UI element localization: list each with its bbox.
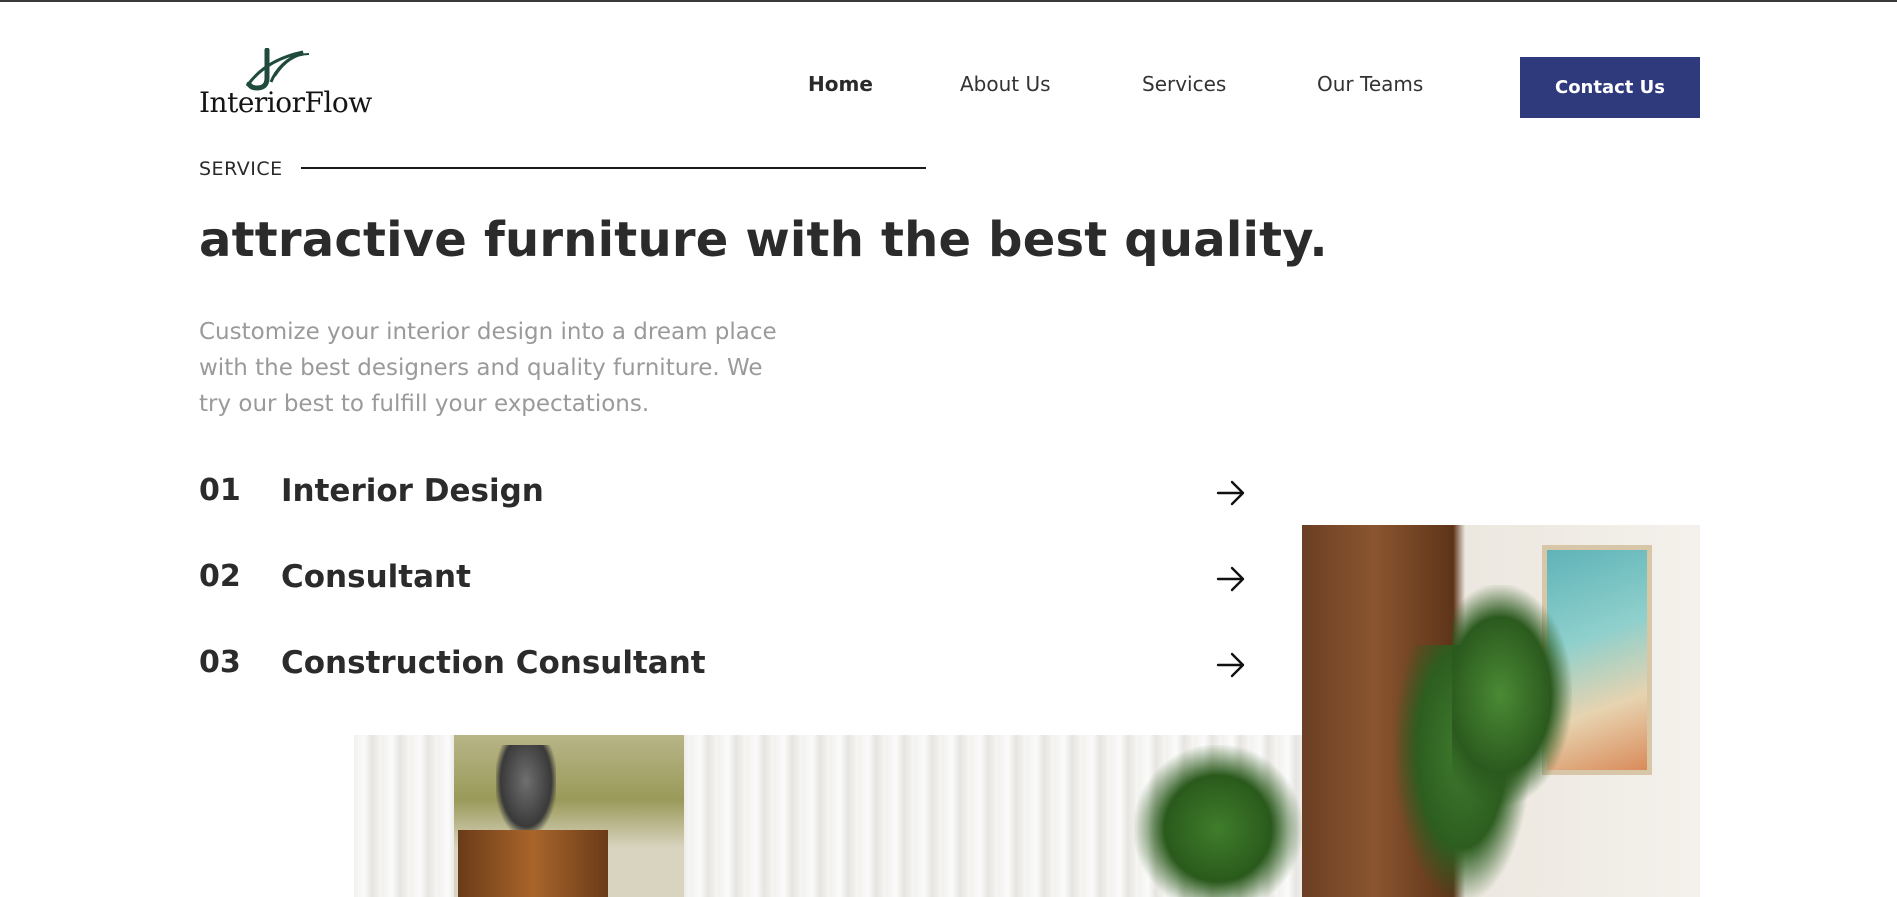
nav-services[interactable]: Services xyxy=(1142,72,1226,96)
section-eyebrow: SERVICE xyxy=(199,158,283,180)
logo-text: InteriorFlow xyxy=(199,86,372,119)
nav-about-us[interactable]: About Us xyxy=(960,72,1051,96)
nav-home[interactable]: Home xyxy=(808,72,873,96)
contact-us-button[interactable]: Contact Us xyxy=(1520,57,1700,118)
arrow-right-icon[interactable] xyxy=(1215,477,1247,509)
service-item-consultant[interactable]: 02 Consultant xyxy=(199,553,1249,603)
service-item-interior-design[interactable]: 01 Interior Design xyxy=(199,467,1249,517)
section-headline: attractive furniture with the best quali… xyxy=(199,212,1328,268)
arrow-right-icon[interactable] xyxy=(1215,563,1247,595)
interior-photo-right xyxy=(1302,525,1700,897)
service-number: 02 xyxy=(199,559,241,594)
service-number: 03 xyxy=(199,645,241,680)
eyebrow-divider xyxy=(301,167,926,169)
service-title: Consultant xyxy=(281,559,471,595)
service-title: Interior Design xyxy=(281,473,544,509)
service-item-construction-consultant[interactable]: 03 Construction Consultant xyxy=(199,639,1249,689)
arrow-right-icon[interactable] xyxy=(1215,649,1247,681)
service-title: Construction Consultant xyxy=(281,645,706,681)
service-number: 01 xyxy=(199,473,241,508)
section-description: Customize your interior design into a dr… xyxy=(199,319,777,417)
logo[interactable]: InteriorFlow xyxy=(199,48,372,120)
top-border xyxy=(0,0,1897,2)
interior-photo-bottom xyxy=(354,735,1302,897)
nav-our-teams[interactable]: Our Teams xyxy=(1317,72,1423,96)
